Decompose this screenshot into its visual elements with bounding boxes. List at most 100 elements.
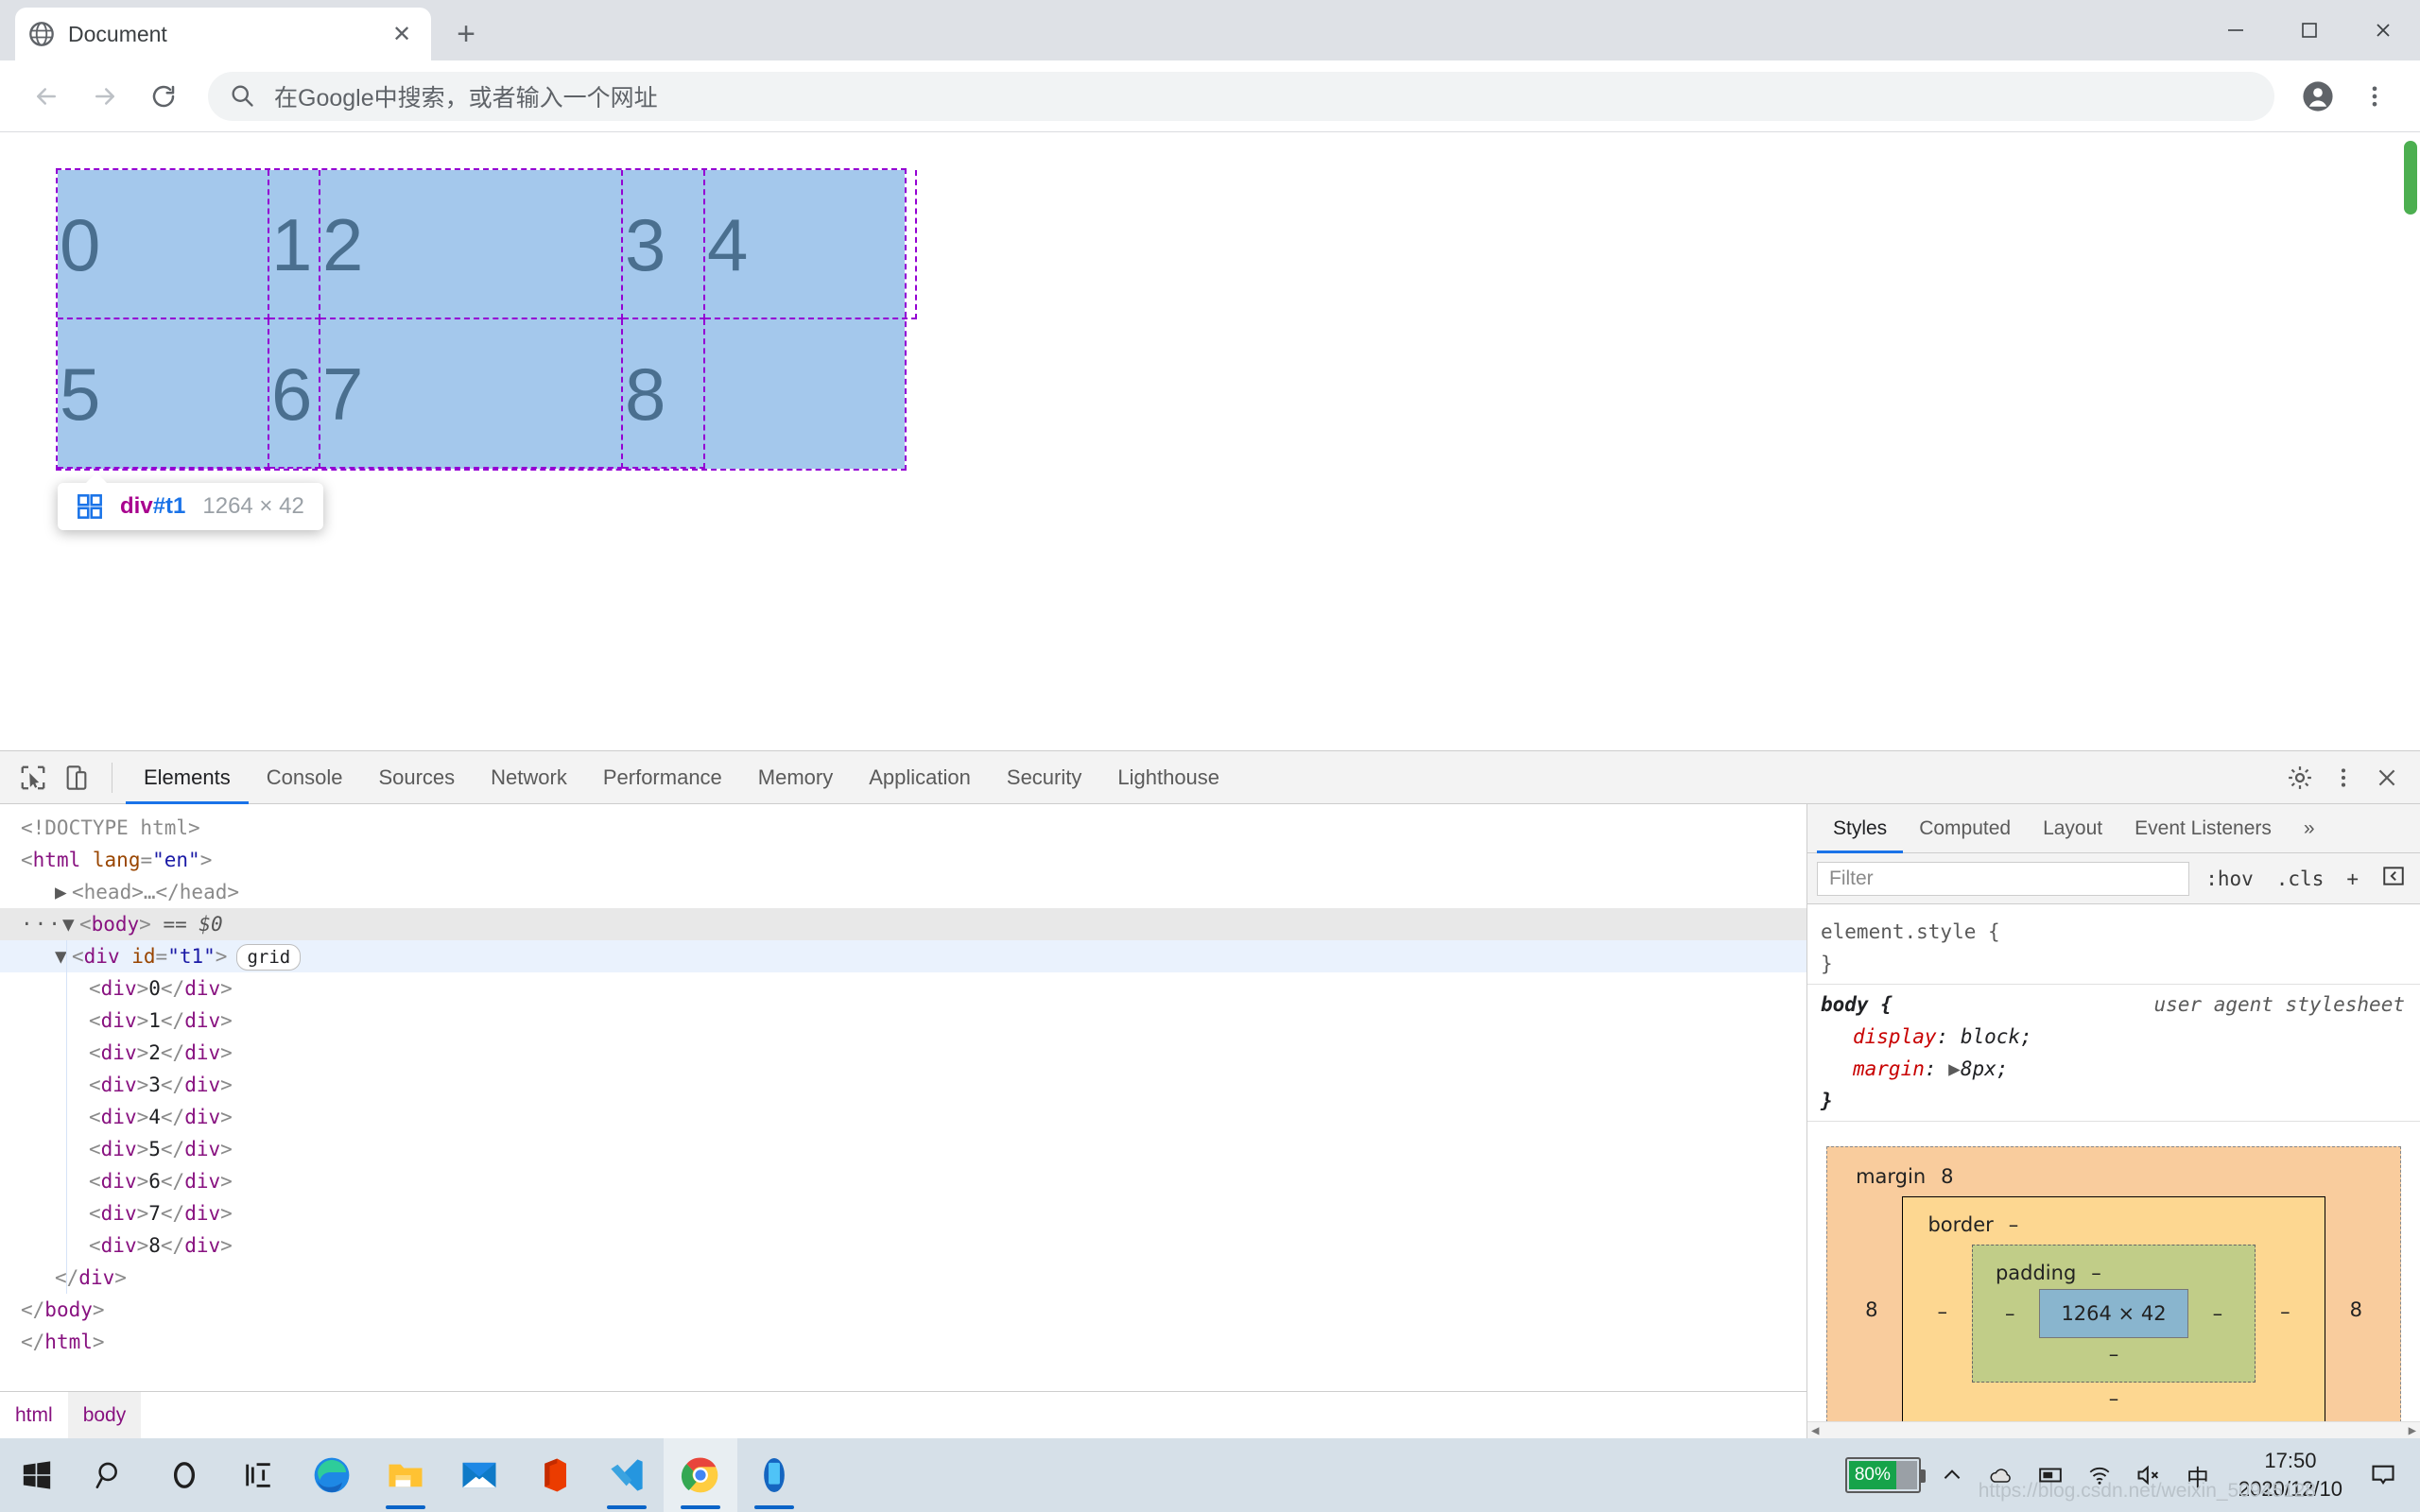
taskbar-item-vscode[interactable] bbox=[590, 1438, 664, 1512]
close-icon[interactable] bbox=[2365, 756, 2409, 799]
declaration-margin[interactable]: margin: ▶8px; bbox=[1821, 1053, 2407, 1085]
styles-horizontal-scrollbar[interactable]: ◀ ▶ bbox=[1807, 1421, 2420, 1438]
new-tab-button[interactable]: + bbox=[444, 12, 488, 56]
devtools-tab-elements[interactable]: Elements bbox=[126, 751, 249, 804]
breadcrumb-item-body[interactable]: body bbox=[68, 1392, 142, 1439]
dom-line-div-close[interactable]: </div> bbox=[0, 1262, 1806, 1294]
account-icon[interactable] bbox=[2290, 68, 2346, 125]
maximize-button[interactable] bbox=[2273, 0, 2346, 60]
expand-caret-icon[interactable]: ▶ bbox=[1948, 1057, 1961, 1080]
styles-filter-input[interactable]: Filter bbox=[1817, 862, 2189, 896]
expand-caret-icon[interactable]: ▶ bbox=[55, 876, 72, 908]
dom-line-child[interactable]: <div>4</div> bbox=[0, 1101, 1806, 1133]
taskbar-item-start[interactable] bbox=[0, 1438, 74, 1512]
dom-line-html-open[interactable]: <html lang="en"> bbox=[0, 844, 1806, 876]
dom-line-child[interactable]: <div>1</div> bbox=[0, 1005, 1806, 1037]
box-model-border-left[interactable]: – bbox=[1927, 1296, 1957, 1328]
forward-button[interactable] bbox=[76, 67, 134, 126]
box-model-margin-left[interactable]: 8 bbox=[1856, 1294, 1887, 1326]
box-model-padding-left[interactable]: – bbox=[1996, 1297, 2025, 1330]
taskbar-clock[interactable]: 17:50 2020/12/10 bbox=[2225, 1447, 2356, 1503]
dom-line-head[interactable]: ▶<head>…</head> bbox=[0, 876, 1806, 908]
box-model-margin-right[interactable]: 8 bbox=[2341, 1294, 2372, 1326]
box-model-border-bottom[interactable]: – bbox=[2109, 1383, 2119, 1415]
more-dots-icon[interactable]: ··· bbox=[21, 913, 62, 936]
dom-line-child[interactable]: <div>8</div> bbox=[0, 1229, 1806, 1262]
page-scrollbar[interactable] bbox=[2399, 133, 2420, 750]
chevron-up-icon[interactable] bbox=[1930, 1453, 1974, 1497]
taskbar-item-search[interactable] bbox=[74, 1438, 147, 1512]
dom-line-child[interactable]: <div>3</div> bbox=[0, 1069, 1806, 1101]
styles-rules-list[interactable]: element.style { } user agent stylesheet … bbox=[1807, 904, 2420, 1438]
close-button[interactable] bbox=[2346, 0, 2420, 60]
minimize-button[interactable] bbox=[2199, 0, 2273, 60]
hov-toggle[interactable]: :hov bbox=[2199, 868, 2260, 890]
box-model-padding-bottom[interactable]: – bbox=[2109, 1338, 2119, 1370]
panel-toggle-icon[interactable] bbox=[2375, 864, 2412, 893]
taskbar-item-phone-link[interactable] bbox=[737, 1438, 811, 1512]
taskbar-item-chrome[interactable] bbox=[664, 1438, 737, 1512]
grid-container-t1[interactable]: 0 1 2 3 4 5 6 7 8 bbox=[58, 170, 905, 469]
box-model-border-top[interactable]: – bbox=[2009, 1209, 2019, 1241]
devtools-tab-console[interactable]: Console bbox=[249, 751, 361, 804]
scroll-right-arrow-icon[interactable]: ▶ bbox=[2409, 1415, 2416, 1439]
battery-indicator[interactable]: 80% bbox=[1845, 1457, 1921, 1493]
dom-line-body-open[interactable]: ···▼<body> == $0 bbox=[0, 908, 1806, 940]
devtools-tab-application[interactable]: Application bbox=[851, 751, 989, 804]
box-model-border[interactable]: border – – padding – bbox=[1902, 1196, 2325, 1427]
style-rule-body[interactable]: user agent stylesheet body { display: bl… bbox=[1807, 985, 2420, 1122]
styles-tab-computed[interactable]: Computed bbox=[1903, 804, 2027, 853]
breadcrumb-item-html[interactable]: html bbox=[0, 1392, 68, 1439]
styles-tab-styles[interactable]: Styles bbox=[1817, 804, 1903, 853]
devtools-tab-sources[interactable]: Sources bbox=[360, 751, 473, 804]
box-model-margin-top[interactable]: 8 bbox=[1941, 1160, 1953, 1193]
dom-line-body-close[interactable]: </body> bbox=[0, 1294, 1806, 1326]
taskbar-item-mail[interactable] bbox=[442, 1438, 516, 1512]
monitor-icon[interactable] bbox=[2029, 1453, 2072, 1497]
cls-toggle[interactable]: .cls bbox=[2270, 868, 2331, 890]
box-model-padding-top[interactable]: – bbox=[2091, 1257, 2101, 1289]
browser-tab[interactable]: Document ✕ bbox=[15, 8, 431, 60]
dom-line-html-close[interactable]: </html> bbox=[0, 1326, 1806, 1358]
styles-tab-event-listeners[interactable]: Event Listeners bbox=[2118, 804, 2288, 853]
taskbar-item-task-view[interactable] bbox=[221, 1438, 295, 1512]
dom-line-child[interactable]: <div>2</div> bbox=[0, 1037, 1806, 1069]
dom-line-div-t1-open[interactable]: ▼<div id="t1">grid bbox=[0, 940, 1806, 972]
box-model-border-right[interactable]: – bbox=[2271, 1296, 2300, 1328]
devtools-tab-security[interactable]: Security bbox=[989, 751, 1099, 804]
notification-icon[interactable] bbox=[2361, 1453, 2405, 1497]
chevron-double-right-icon[interactable]: » bbox=[2288, 804, 2331, 853]
cloud-icon[interactable] bbox=[1979, 1453, 2023, 1497]
volume-muted-icon[interactable] bbox=[2127, 1453, 2170, 1497]
grid-badge[interactable]: grid bbox=[236, 944, 301, 971]
address-bar[interactable]: 在Google中搜索，或者输入一个网址 bbox=[208, 72, 2274, 121]
inspect-cursor-icon[interactable] bbox=[11, 756, 55, 799]
box-model-padding-right[interactable]: – bbox=[2204, 1297, 2233, 1330]
dom-line-child[interactable]: <div>7</div> bbox=[0, 1197, 1806, 1229]
devtools-tab-network[interactable]: Network bbox=[473, 751, 585, 804]
style-rule-element-style[interactable]: element.style { } bbox=[1807, 912, 2420, 985]
box-model-content[interactable]: 1264 × 42 bbox=[2039, 1289, 2187, 1338]
taskbar-item-cortana[interactable] bbox=[147, 1438, 221, 1512]
taskbar-item-file-explorer[interactable] bbox=[369, 1438, 442, 1512]
taskbar-item-edge[interactable] bbox=[295, 1438, 369, 1512]
gear-icon[interactable] bbox=[2278, 756, 2322, 799]
ime-indicator[interactable]: 中 bbox=[2176, 1453, 2220, 1497]
devtools-tab-lighthouse[interactable]: Lighthouse bbox=[1099, 751, 1237, 804]
collapse-caret-icon[interactable]: ▼ bbox=[62, 908, 79, 940]
taskbar-item-office[interactable] bbox=[516, 1438, 590, 1512]
dom-line-child[interactable]: <div>6</div> bbox=[0, 1165, 1806, 1197]
box-model-margin[interactable]: margin 8 8 border – bbox=[1826, 1146, 2401, 1438]
dom-line-child[interactable]: <div>5</div> bbox=[0, 1133, 1806, 1165]
close-icon[interactable]: ✕ bbox=[386, 18, 418, 50]
new-style-rule-button[interactable]: + bbox=[2340, 868, 2365, 890]
scroll-left-arrow-icon[interactable]: ◀ bbox=[1811, 1415, 1819, 1439]
dom-tree[interactable]: <!DOCTYPE html> <html lang="en"> ▶<head>… bbox=[0, 804, 1806, 1391]
devtools-tab-memory[interactable]: Memory bbox=[740, 751, 851, 804]
styles-tab-layout[interactable]: Layout bbox=[2027, 804, 2118, 853]
kebab-menu-icon[interactable] bbox=[2346, 68, 2403, 125]
box-model-padding[interactable]: padding – – 1264 × 42 – bbox=[1972, 1245, 2256, 1383]
dom-line-child[interactable]: <div>0</div> bbox=[0, 972, 1806, 1005]
wifi-icon[interactable] bbox=[2078, 1453, 2121, 1497]
back-button[interactable] bbox=[17, 67, 76, 126]
